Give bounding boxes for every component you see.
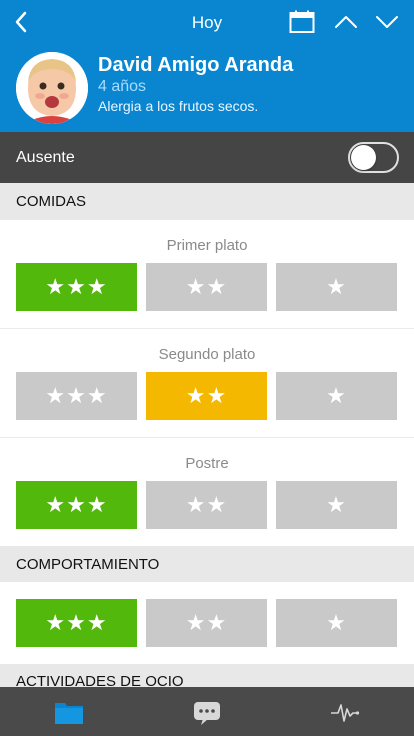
primer-plato-rating-2[interactable]: ★★ [146,263,267,311]
student-name: David Amigo Aranda [98,54,294,76]
chevron-left-icon [15,11,27,33]
meal-label-primer-plato: Primer plato [166,237,248,254]
student-allergy: Alergia a los frutos secos. [98,98,259,114]
segundo-plato-rating-2[interactable]: ★★ [146,372,267,420]
divider [0,328,414,329]
meal-label-postre: Postre [185,455,229,472]
chevron-up-icon [335,16,357,28]
top-bar: Hoy [0,0,414,44]
section-title-comidas: COMIDAS [16,193,87,210]
comportamiento-rating-3[interactable]: ★★★ [16,599,137,647]
segundo-plato-rating-1[interactable]: ★ [276,372,397,420]
primer-plato-rating-1[interactable]: ★ [276,263,397,311]
avatar [16,52,88,124]
chevron-down-icon [376,16,398,28]
tab-folder[interactable] [53,697,85,727]
calendar-button[interactable] [289,10,315,34]
chat-icon [194,702,220,725]
comportamiento-rating-1[interactable]: ★ [276,599,397,647]
postre-rating-1[interactable]: ★ [276,481,397,529]
section-header-comportamiento: COMPORTAMIENTO [0,546,414,582]
meal-label-segundo-plato: Segundo plato [158,346,256,363]
absent-toggle[interactable] [348,142,399,173]
primer-plato-rating-3[interactable]: ★★★ [16,263,137,311]
divider [0,437,414,438]
absent-label: Ausente [16,149,75,166]
section-title-ocio: ACTIVIDADES DE OCIO [16,673,184,687]
segundo-plato-rating-3[interactable]: ★★★ [16,372,137,420]
activity-icon [331,704,360,722]
postre-rating-3[interactable]: ★★★ [16,481,137,529]
folder-icon [55,703,83,724]
section-header-comidas: COMIDAS [0,183,414,220]
tab-bar [0,687,414,736]
toggle-knob [351,145,376,170]
next-day-button[interactable] [375,12,399,32]
postre-rating-2[interactable]: ★★ [146,481,267,529]
previous-day-button[interactable] [334,12,358,32]
section-title-comportamiento: COMPORTAMIENTO [16,556,160,573]
calendar-icon [289,10,315,33]
tab-activity[interactable] [329,697,361,727]
header: Hoy David Amigo Aranda 4 años Alergia a … [0,0,414,132]
student-age: 4 años [98,78,147,95]
back-button[interactable] [10,10,34,34]
comportamiento-rating-2[interactable]: ★★ [146,599,267,647]
child-photo-icon [16,52,88,124]
section-header-ocio: ACTIVIDADES DE OCIO [0,664,414,687]
tab-messages[interactable] [191,697,223,727]
